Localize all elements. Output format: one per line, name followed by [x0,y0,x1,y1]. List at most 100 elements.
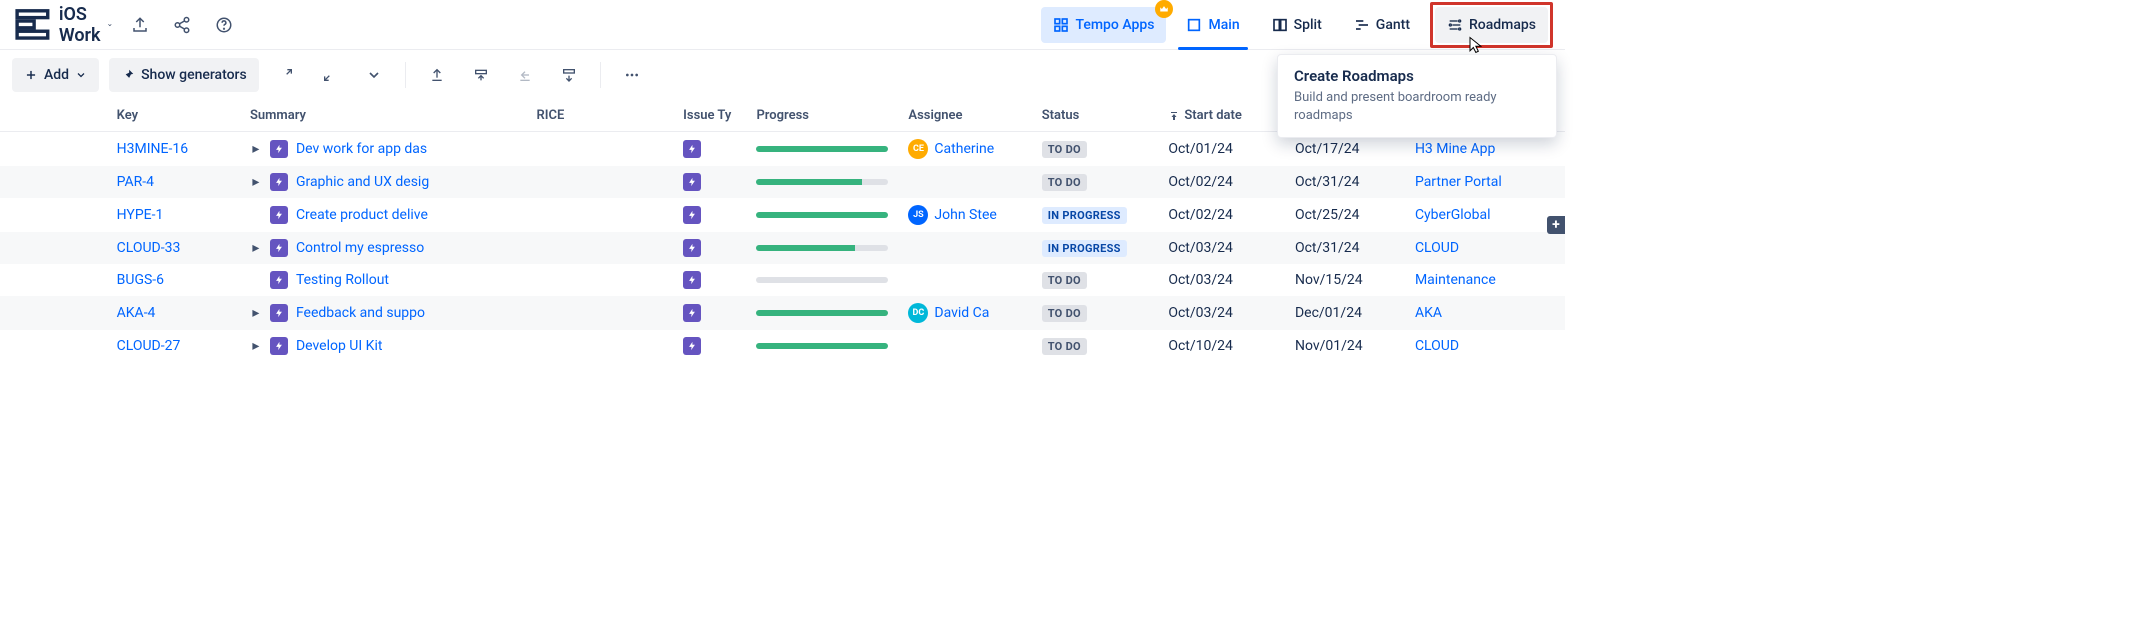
due-date: Oct/31/24 [1295,240,1360,256]
help-button[interactable] [210,11,238,39]
status-badge[interactable]: TO DO [1042,174,1087,191]
status-badge[interactable]: IN PROGRESS [1042,240,1127,257]
col-gutter [0,100,107,132]
more-button[interactable] [615,58,649,92]
roadmaps-tooltip: Create Roadmaps Build and present boardr… [1277,54,1557,138]
table-row[interactable]: PAR-4▸Graphic and UX desigTO DOOct/02/24… [0,166,1565,198]
expand-toggle[interactable]: ▸ [250,338,262,354]
progress-bar [756,277,888,283]
tab-tempo-apps[interactable]: Tempo Apps [1041,7,1166,43]
col-issue-type[interactable]: Issue Ty [673,100,746,132]
project-link[interactable]: CLOUD [1415,338,1459,354]
table-row[interactable]: AKA-4▸Feedback and suppoDCDavid CaTO DOO… [0,296,1565,330]
top-bar: iOS Work Tempo Apps Main Split Gantt [0,0,1565,50]
status-badge[interactable]: TO DO [1042,272,1087,289]
table-row[interactable]: CLOUD-33 ▸ Control my espresso IN PROGRESS O… [0,232,1565,264]
start-date: Oct/03/24 [1168,272,1233,288]
chevron-down-icon [75,69,87,81]
progress-bar [756,212,888,218]
summary-link[interactable]: Testing Rollout [296,272,389,288]
project-link[interactable]: CLOUD [1415,240,1459,256]
apps-icon [1053,17,1069,33]
tab-split[interactable]: Split [1260,7,1334,43]
tab-roadmaps-highlight: Roadmaps [1430,2,1553,48]
tooltip-title: Create Roadmaps [1294,67,1540,85]
table-row[interactable]: BUGS-6Testing RolloutTO DOOct/03/24Nov/1… [0,264,1565,296]
insert-below-button[interactable] [552,58,586,92]
issues-table: Key Summary RICE Issue Ty Progress Assig… [0,100,1565,362]
table-row[interactable]: CLOUD-27▸Develop UI KitTO DOOct/10/24Nov… [0,330,1565,362]
issue-key-link[interactable]: CLOUD-33 [117,240,181,256]
expand-toggle[interactable]: ▸ [250,305,262,321]
share-button[interactable] [168,11,196,39]
assignee-cell[interactable]: DC David Ca [908,303,1021,323]
board-title[interactable]: iOS Work [12,4,112,46]
col-start-date[interactable]: Start date [1158,100,1285,132]
project-link[interactable]: CyberGlobal [1415,207,1491,223]
summary-link[interactable]: Develop UI Kit [296,338,383,354]
insert-row-icon [473,67,489,83]
assignee-name: David Ca [934,305,989,321]
assignee-name: Catherine [934,141,994,157]
summary-link[interactable]: Graphic and UX desig [296,174,429,190]
due-date: Nov/01/24 [1295,338,1363,354]
status-badge[interactable]: TO DO [1042,141,1087,158]
summary-link[interactable]: Create product delive [296,207,428,223]
arrow-up-bar-icon [429,67,445,83]
outdent-icon [517,67,533,83]
expand-toggle[interactable]: ▸ [250,174,262,190]
insert-row-button[interactable] [464,58,498,92]
assignee-cell[interactable]: JSJohn Stee [908,205,1021,225]
expand-toggle[interactable]: ▸ [250,141,262,157]
board-title-text: iOS Work [59,4,101,46]
issue-key-link[interactable]: H3MINE-16 [117,141,188,157]
expand-toggle[interactable]: ▸ [250,240,262,256]
issue-key-link[interactable]: HYPE-1 [117,207,164,223]
progress-bar [756,310,888,316]
issue-key-link[interactable]: CLOUD-27 [117,338,181,354]
summary-link[interactable]: Dev work for app das [296,141,427,157]
expand-dropdown[interactable] [357,58,391,92]
issue-key-link[interactable]: PAR-4 [117,174,154,190]
chevron-down-icon [366,67,382,83]
avatar: DC [908,303,928,323]
move-up-button[interactable] [420,58,454,92]
tab-main[interactable]: Main [1174,7,1251,43]
export-button[interactable] [126,11,154,39]
col-status[interactable]: Status [1032,100,1159,132]
outdent-button[interactable] [508,58,542,92]
project-link[interactable]: AKA [1415,305,1442,321]
roadmap-icon [1447,17,1463,33]
issue-key-link[interactable]: BUGS-6 [117,272,164,288]
project-link[interactable]: Maintenance [1415,272,1496,288]
table-row[interactable]: HYPE-1 Create product delive JSJohn Stee IN… [0,198,1565,232]
help-icon [215,16,233,34]
add-button[interactable]: Add [12,58,99,92]
epic-icon [270,173,288,191]
tab-gantt[interactable]: Gantt [1342,7,1422,43]
project-link[interactable]: H3 Mine App [1415,141,1495,157]
add-column-button[interactable]: + [1547,216,1565,234]
summary-link[interactable]: Feedback and suppo [296,305,425,321]
epic-icon [270,239,288,257]
col-key[interactable]: Key [107,100,240,132]
insert-below-icon [561,67,577,83]
col-summary[interactable]: Summary [240,100,527,132]
collapse-button[interactable] [313,58,347,92]
issue-key-link[interactable]: AKA-4 [117,305,156,321]
col-assignee[interactable]: Assignee [898,100,1031,132]
col-progress[interactable]: Progress [746,100,898,132]
status-badge[interactable]: TO DO [1042,338,1087,355]
more-icon [624,67,640,83]
project-link[interactable]: Partner Portal [1415,174,1502,190]
tab-roadmaps[interactable]: Roadmaps [1435,7,1548,43]
separator [405,62,406,88]
col-rice[interactable]: RICE [527,100,674,132]
assignee-cell[interactable]: CECatherine [908,139,1021,159]
expand-button[interactable] [269,58,303,92]
add-label: Add [44,67,69,83]
summary-link[interactable]: Control my espresso [296,240,424,256]
status-badge[interactable]: TO DO [1042,305,1087,322]
show-generators-button[interactable]: Show generators [109,58,259,92]
status-badge[interactable]: IN PROGRESS [1042,207,1127,224]
